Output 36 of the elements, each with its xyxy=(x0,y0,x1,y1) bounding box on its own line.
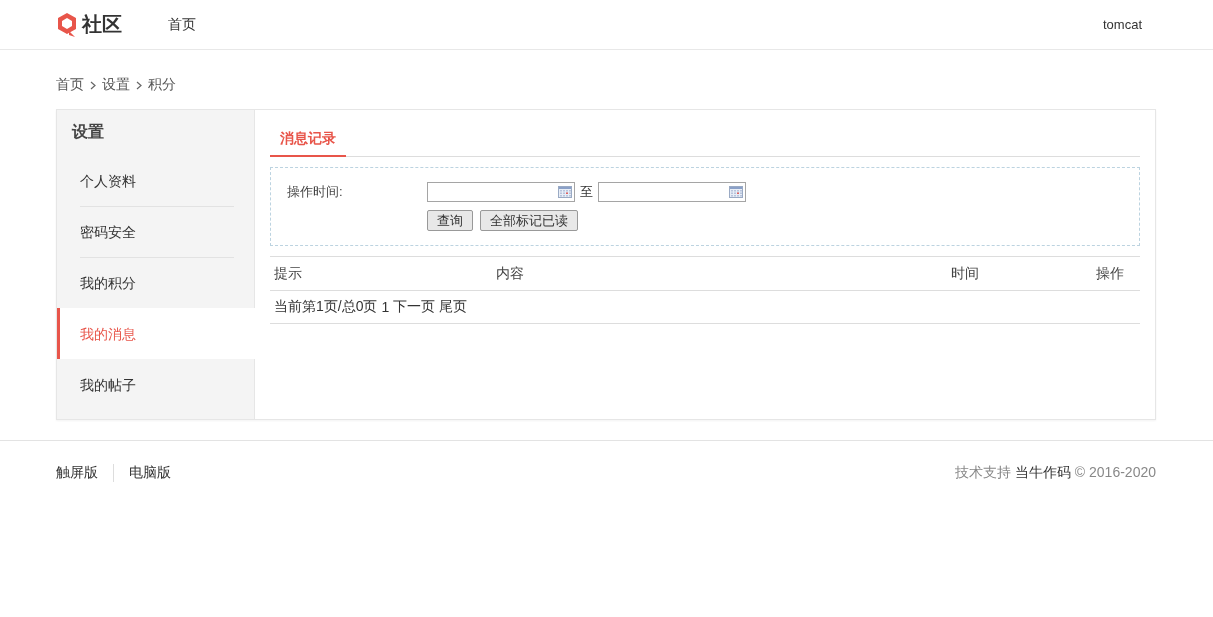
calendar-icon[interactable] xyxy=(558,186,572,198)
column-header: 内容 xyxy=(496,264,525,283)
nav-link[interactable]: 首页 xyxy=(168,15,196,34)
calendar-icon[interactable] xyxy=(729,186,743,198)
pager-link[interactable]: 尾页 xyxy=(439,298,468,316)
sidebar-item[interactable]: 我的消息 xyxy=(57,308,255,359)
sidebar-title: 设置 xyxy=(70,122,105,142)
chevron-right-icon xyxy=(136,80,142,90)
footer-link[interactable]: 触屏版 xyxy=(56,464,113,482)
filter-button[interactable]: 查询 xyxy=(427,210,473,231)
breadcrumb-link[interactable]: 设置 xyxy=(102,76,130,94)
column-header: 操作 xyxy=(1096,264,1125,283)
date-input-field[interactable] xyxy=(598,182,746,202)
logo-text[interactable]: 社区 xyxy=(82,11,122,38)
chevron-right-icon xyxy=(90,80,96,90)
column-header: 提示 xyxy=(274,264,303,283)
filter-button[interactable]: 全部标记已读 xyxy=(480,210,578,231)
tab[interactable]: 消息记录 xyxy=(270,124,346,157)
logo-icon xyxy=(56,11,78,38)
brand-link[interactable]: 当牛作码 xyxy=(1014,464,1071,482)
footer-link[interactable]: 电脑版 xyxy=(113,464,186,482)
support-label: 技术支持 xyxy=(954,464,1011,482)
date-input-field[interactable] xyxy=(427,182,575,202)
sidebar-item[interactable]: 我的帖子 xyxy=(57,359,254,410)
sidebar-item[interactable]: 密码安全 xyxy=(57,206,254,257)
page-status: 当前第1页/总0页 xyxy=(274,298,378,316)
field-label: 操作时间: xyxy=(287,183,344,201)
sidebar-item[interactable]: 个人资料 xyxy=(57,155,254,206)
range-separator: 至 xyxy=(580,183,593,201)
pager-link[interactable]: 下一页 xyxy=(393,298,436,316)
breadcrumb-link[interactable]: 积分 xyxy=(148,76,176,94)
column-header: 时间 xyxy=(951,264,980,283)
pager-link[interactable]: 1 xyxy=(381,299,390,315)
username-link[interactable]: tomcat xyxy=(1103,17,1142,32)
copyright-text: © 2016-2020 xyxy=(1074,464,1156,482)
breadcrumb-link[interactable]: 首页 xyxy=(56,76,84,94)
